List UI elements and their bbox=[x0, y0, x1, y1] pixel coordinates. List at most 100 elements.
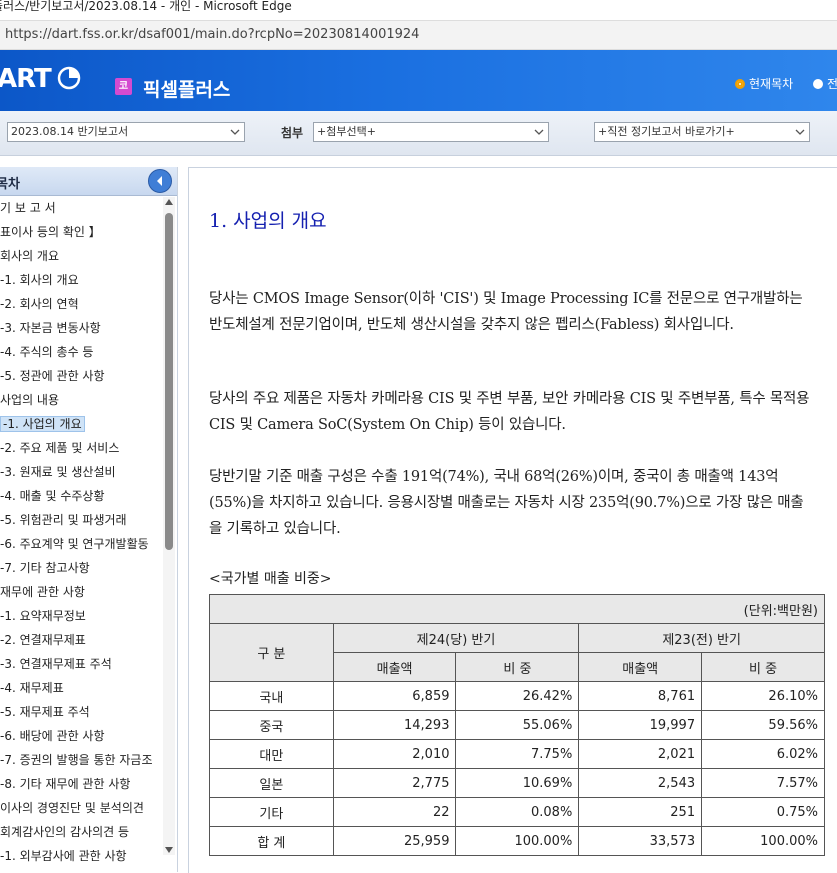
sales-current: 2,775 bbox=[332, 768, 457, 798]
toc-item[interactable]: 이사의 경영진단 및 분석의견 bbox=[0, 797, 144, 819]
toc-item[interactable]: -2. 회사의 연혁 bbox=[0, 293, 79, 315]
sales-previous: 2,543 bbox=[578, 768, 703, 798]
row-label: 합 계 bbox=[209, 826, 334, 856]
sales-current: 6,859 bbox=[332, 681, 457, 711]
toc-item[interactable]: -4. 재무제표 bbox=[0, 677, 64, 699]
radio-unselected-icon bbox=[813, 79, 823, 89]
chevron-left-icon bbox=[157, 176, 162, 186]
toc-item-label: 재무에 관한 사항 bbox=[0, 585, 85, 599]
ratio-previous: 26.10% bbox=[701, 681, 825, 711]
toc-item-label: -3. 원재료 및 생산설비 bbox=[0, 465, 116, 479]
period-current-header: 제24(당) 반기 bbox=[332, 623, 580, 653]
collapse-sidebar-button[interactable] bbox=[148, 169, 172, 193]
toc-item-label: -2. 주요 제품 및 서비스 bbox=[0, 441, 120, 455]
table-row: 중국 14,293 55.06% 19,997 59.56% bbox=[209, 710, 825, 740]
toc-item[interactable]: -1. 외부감사에 관한 사항 bbox=[0, 845, 127, 867]
toc-item[interactable]: -1. 요약재무정보 bbox=[0, 605, 86, 627]
toc-title: 목차 bbox=[0, 177, 20, 192]
toc-item-label: -3. 자본금 변동사항 bbox=[0, 321, 101, 335]
toc-item-label: 기 보 고 서 bbox=[0, 201, 56, 215]
sub-sales-header: 매출액 bbox=[332, 652, 457, 682]
address-url[interactable]: https://dart.fss.or.kr/dsaf001/main.do?r… bbox=[5, 27, 419, 42]
toc-item[interactable]: -6. 주요계약 및 연구개발활동 bbox=[0, 533, 149, 555]
chevron-down-icon bbox=[795, 129, 805, 135]
attach-select[interactable]: +첨부선택+ bbox=[313, 122, 549, 142]
ratio-previous: 59.56% bbox=[701, 710, 825, 740]
toc-item-label: -2. 연결재무제표 bbox=[0, 633, 86, 647]
row-label: 중국 bbox=[209, 710, 334, 740]
toc-item[interactable]: 사업의 내용 bbox=[0, 389, 59, 411]
toc-item-label: -1. 외부감사에 관한 사항 bbox=[0, 849, 127, 863]
table-row: 기타 22 0.08% 251 0.75% bbox=[209, 797, 825, 827]
paragraph-sales: 당반기말 기준 매출 구성은 수출 191억(74%), 국내 68억(26%)… bbox=[209, 469, 804, 537]
row-label: 일본 bbox=[209, 768, 334, 798]
report-date-select[interactable]: 2023.08.14 반기보고서 bbox=[7, 122, 245, 142]
row-label: 국내 bbox=[209, 681, 334, 711]
sales-current: 14,293 bbox=[332, 710, 457, 740]
toc-item[interactable]: -3. 자본금 변동사항 bbox=[0, 317, 101, 339]
toc-item-label: -2. 회사의 연혁 bbox=[0, 297, 79, 311]
toc-item-label: 표이사 등의 확인 】 bbox=[0, 225, 101, 239]
company-class-badge: 코 bbox=[115, 78, 132, 95]
toc-item[interactable]: -7. 기타 참고사항 bbox=[0, 557, 90, 579]
col-group-label: 구 분 bbox=[209, 623, 334, 682]
address-bar[interactable]: https://dart.fss.or.kr/dsaf001/main.do?r… bbox=[0, 20, 837, 50]
toc-item[interactable]: 회사의 개요 bbox=[0, 245, 59, 267]
toc-item[interactable]: -1. 사업의 개요 bbox=[0, 413, 85, 435]
toc-scrollbar[interactable] bbox=[163, 197, 175, 855]
sales-current: 25,959 bbox=[332, 826, 457, 856]
toc-item[interactable]: 회계감사인의 감사의견 등 bbox=[0, 821, 129, 843]
sales-previous: 251 bbox=[578, 797, 703, 827]
toc-item-label: -1. 요약재무정보 bbox=[0, 609, 86, 623]
scroll-down-icon[interactable] bbox=[165, 847, 173, 853]
window-titlebar: 플러스/반기보고서/2023.08.14 - 개인 - Microsoft Ed… bbox=[0, 0, 837, 20]
toc-item[interactable]: -2. 주요 제품 및 서비스 bbox=[0, 437, 119, 459]
radio-current-label: 현재목차 bbox=[749, 77, 794, 91]
sales-previous: 33,573 bbox=[578, 826, 703, 856]
toc-item[interactable]: -5. 위험관리 및 파생거래 bbox=[0, 509, 127, 531]
toc-item[interactable]: 재무에 관한 사항 bbox=[0, 581, 85, 603]
toc-item-label: 사업의 내용 bbox=[0, 393, 60, 407]
ratio-previous: 7.57% bbox=[701, 768, 825, 798]
toc-item[interactable]: -4. 주식의 총수 등 bbox=[0, 341, 93, 363]
scroll-up-icon[interactable] bbox=[165, 199, 173, 205]
ratio-previous: 0.75% bbox=[701, 797, 825, 827]
period-previous-header: 제23(전) 반기 bbox=[578, 623, 825, 653]
toc-item-label: -7. 기타 참고사항 bbox=[0, 561, 90, 575]
toc-item-label: -7. 증권의 발행을 통한 자금조 bbox=[0, 753, 153, 767]
sales-previous: 19,997 bbox=[578, 710, 703, 740]
dart-logo[interactable]: ART bbox=[0, 64, 52, 94]
toc-item[interactable]: -8. 기타 재무에 관한 사항 bbox=[0, 773, 130, 795]
toc-item[interactable]: -5. 정관에 관한 사항 bbox=[0, 365, 105, 387]
radio-full-toc[interactable]: 전 bbox=[813, 75, 837, 92]
toc-item[interactable]: 기 보 고 서 bbox=[0, 197, 56, 219]
toc-item[interactable]: -3. 연결재무제표 주석 bbox=[0, 653, 112, 675]
toc-item[interactable]: -2. 연결재무제표 bbox=[0, 629, 86, 651]
sub-ratio-header: 비 중 bbox=[455, 652, 580, 682]
toc-item[interactable]: -5. 재무제표 주석 bbox=[0, 701, 90, 723]
toc-scroll-thumb[interactable] bbox=[165, 213, 173, 550]
prev-report-value: +직전 정기보고서 바로가기+ bbox=[598, 125, 735, 138]
toc-item[interactable]: -1. 회사의 개요 bbox=[0, 269, 79, 291]
toc-item-label: 이사의 경영진단 및 분석의견 bbox=[0, 801, 144, 815]
toc-item-label: 회계감사인의 감사의견 등 bbox=[0, 825, 130, 839]
sales-by-country-table: (단위:백만원) 구 분 제24(당) 반기 제23(전) 반기 매출액 비 중… bbox=[209, 594, 825, 856]
toc-item[interactable]: -6. 배당에 관한 사항 bbox=[0, 725, 105, 747]
attach-select-value: +첨부선택+ bbox=[317, 125, 376, 138]
table-row: 일본 2,775 10.69% 2,543 7.57% bbox=[209, 768, 825, 798]
ratio-current: 10.69% bbox=[455, 768, 580, 798]
ratio-previous: 100.00% bbox=[701, 826, 825, 856]
toc-item[interactable]: -7. 증권의 발행을 통한 자금조 bbox=[0, 749, 152, 771]
toc-item[interactable]: -4. 매출 및 수주상황 bbox=[0, 485, 105, 507]
window-title: 플러스/반기보고서/2023.08.14 - 개인 - Microsoft Ed… bbox=[0, 0, 292, 13]
toc-item-label: -8. 기타 재무에 관한 사항 bbox=[0, 777, 131, 791]
sales-previous: 2,021 bbox=[578, 739, 703, 769]
toc-item[interactable]: 표이사 등의 확인 】 bbox=[0, 221, 101, 243]
radio-current-toc[interactable]: 현재목차 bbox=[735, 75, 793, 92]
toc-item-label: -6. 주요계약 및 연구개발활동 bbox=[0, 537, 149, 551]
toc-item[interactable]: -3. 원재료 및 생산설비 bbox=[0, 461, 116, 483]
ratio-current: 0.08% bbox=[455, 797, 580, 827]
ratio-current: 7.75% bbox=[455, 739, 580, 769]
sub-ratio-header: 비 중 bbox=[701, 652, 825, 682]
prev-report-select[interactable]: +직전 정기보고서 바로가기+ bbox=[594, 122, 810, 142]
